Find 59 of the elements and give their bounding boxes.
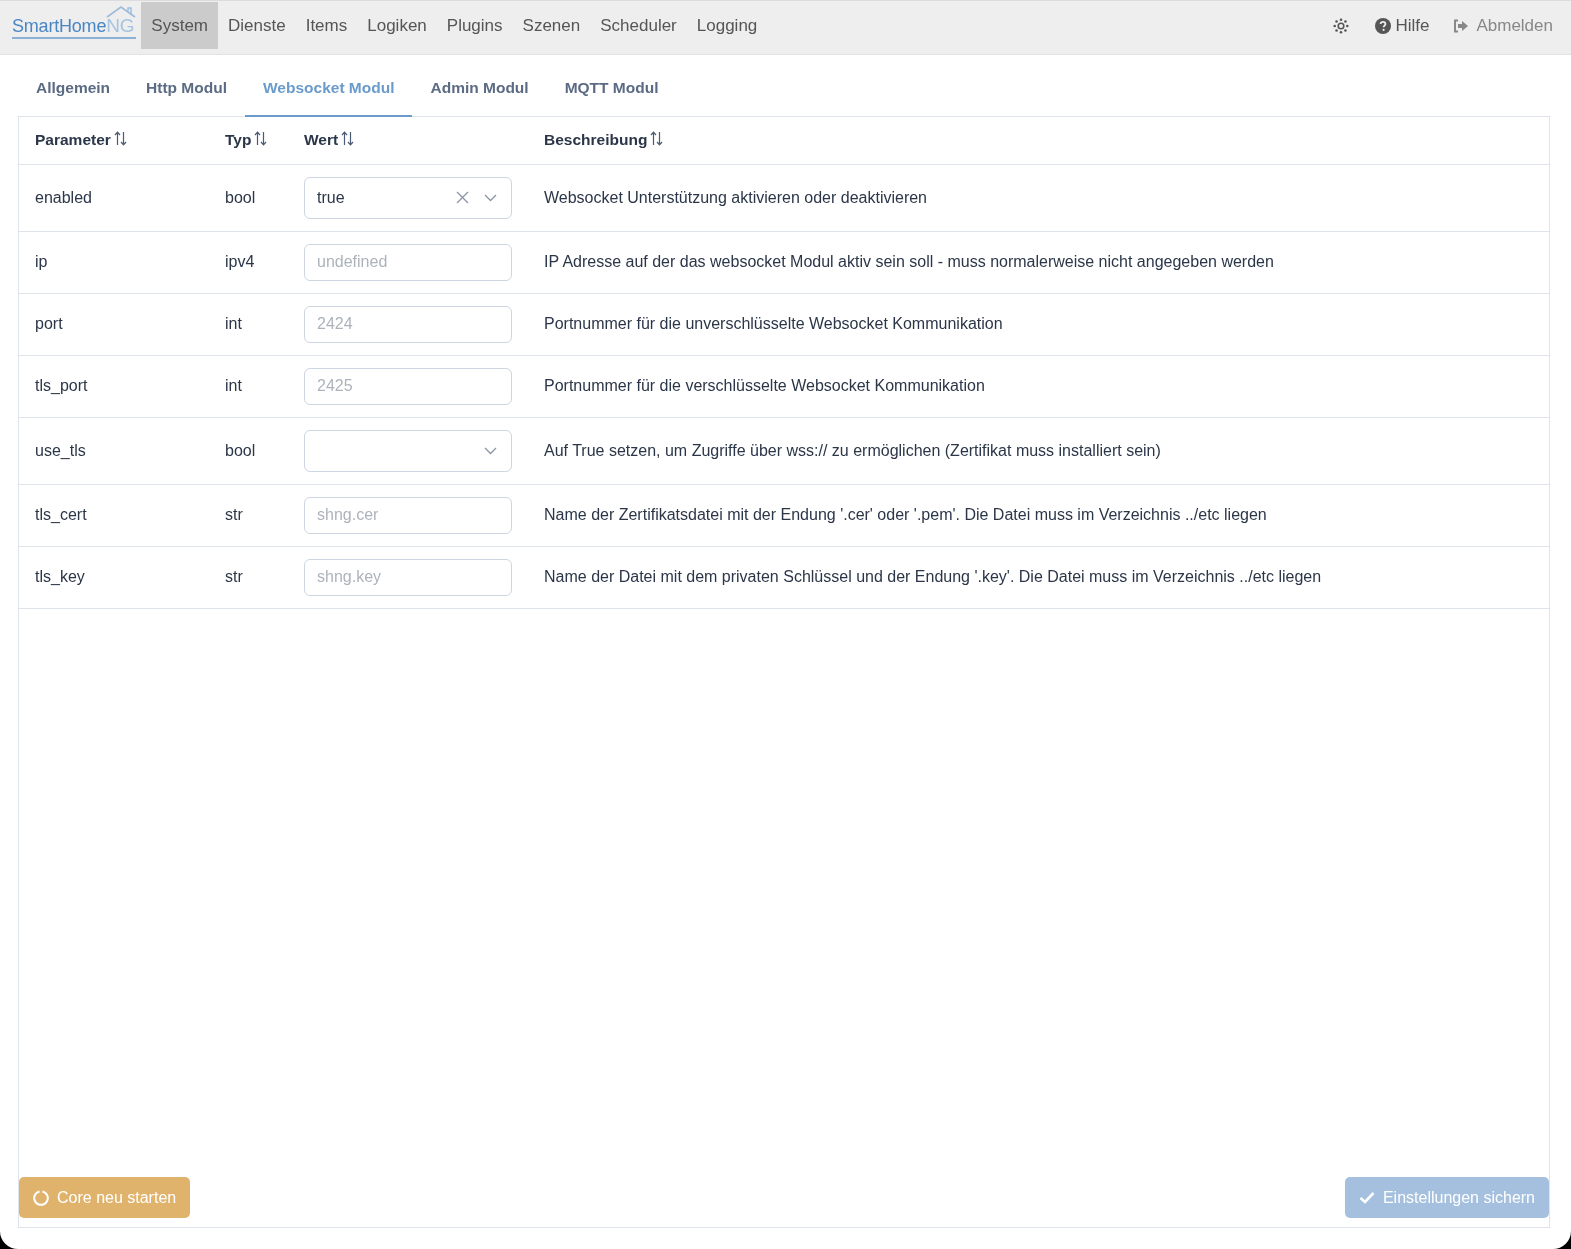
select-field[interactable]: true	[304, 176, 512, 219]
input-field[interactable]: 2425	[304, 367, 512, 405]
close-icon[interactable]	[456, 191, 469, 204]
input-field[interactable]: shng.cer	[304, 496, 512, 534]
select-field[interactable]	[304, 429, 512, 472]
input-field[interactable]: undefined	[304, 243, 512, 281]
table-cell: tls_cert	[19, 484, 209, 546]
table-cell: str	[209, 546, 288, 608]
nav-menu-item[interactable]: System	[141, 2, 219, 49]
nav-menu-item[interactable]: Logging	[686, 2, 768, 49]
sort-header-button[interactable]: Parameter	[35, 131, 127, 150]
table-cell: Name der Zertifikatsdatei mit der Endung '.cer' oder '.pem'. Die Datei muss im Verzeichnis ../etc liegen	[528, 484, 1549, 546]
question-circle-icon	[1375, 18, 1392, 34]
chevron-down-icon	[484, 193, 497, 202]
table-cell: Portnummer für die verschlüsselte Websocket Kommunikation	[528, 355, 1549, 417]
sort-arrows-icon	[341, 131, 355, 147]
table-cell: tls_port	[19, 355, 209, 417]
check-icon	[1358, 1191, 1375, 1204]
sort-header-button[interactable]: Typ	[225, 131, 268, 150]
table-cell: int	[209, 293, 288, 355]
nav-menu-item[interactable]: Szenen	[512, 2, 591, 49]
nav-menu-item[interactable]: Dienste	[218, 2, 296, 49]
table-cell: int	[209, 355, 288, 417]
table-cell: enabled	[19, 164, 209, 231]
table-cell: Websocket Unterstützung aktivieren oder deaktivieren	[528, 164, 1549, 231]
input-field[interactable]: shng.key	[304, 558, 512, 596]
table-cell: Name der Datei mit dem privaten Schlüssel und der Endung '.key'. Die Datei muss im Verzeichnis ../etc liegen	[528, 546, 1549, 608]
brand-logo-link[interactable]: SmartHomeNG	[12, 6, 137, 39]
nav-menu-item[interactable]: Scheduler	[590, 2, 687, 49]
table-cell: ip	[19, 231, 209, 293]
tab[interactable]: Admin Modul	[412, 55, 547, 117]
table-cell: ipv4	[209, 231, 288, 293]
tab[interactable]: MQTT Modul	[546, 55, 677, 117]
nav-menu-item[interactable]: Logiken	[357, 2, 437, 49]
sort-arrows-icon	[650, 131, 664, 147]
sign-out-icon	[1453, 19, 1470, 33]
sun-icon[interactable]	[1333, 18, 1350, 34]
table-cell: port	[19, 293, 209, 355]
table-cell: bool	[209, 417, 288, 484]
sort-arrows-icon	[254, 131, 268, 147]
tab[interactable]: Http Modul	[128, 55, 245, 117]
table-cell: use_tls	[19, 417, 209, 484]
table-cell: tls_key	[19, 546, 209, 608]
sort-header-button[interactable]: Beschreibung	[544, 131, 664, 150]
input-field[interactable]: 2424	[304, 305, 512, 343]
table-cell: bool	[209, 164, 288, 231]
sort-header-button[interactable]: Wert	[304, 131, 355, 150]
chevron-down-icon	[484, 446, 497, 455]
house-outline-icon	[106, 6, 137, 18]
help-link[interactable]: Hilfe	[1375, 16, 1430, 36]
tab[interactable]: Allgemein	[18, 55, 129, 117]
ring-icon	[33, 1189, 49, 1206]
table-cell: str	[209, 484, 288, 546]
nav-menu-item[interactable]: Items	[295, 2, 358, 49]
table-cell: Portnummer für die unverschlüsselte Websocket Kommunikation	[528, 293, 1549, 355]
nav-menu-item[interactable]: Plugins	[436, 2, 513, 49]
table-cell: Auf True setzen, um Zugriffe über wss:// zu ermöglichen (Zertifikat muss installiert sein)	[528, 417, 1549, 484]
sort-arrows-icon	[113, 131, 127, 147]
table-cell: IP Adresse auf der das websocket Modul aktiv sein soll - muss normalerweise nicht angegeben werden	[528, 231, 1549, 293]
